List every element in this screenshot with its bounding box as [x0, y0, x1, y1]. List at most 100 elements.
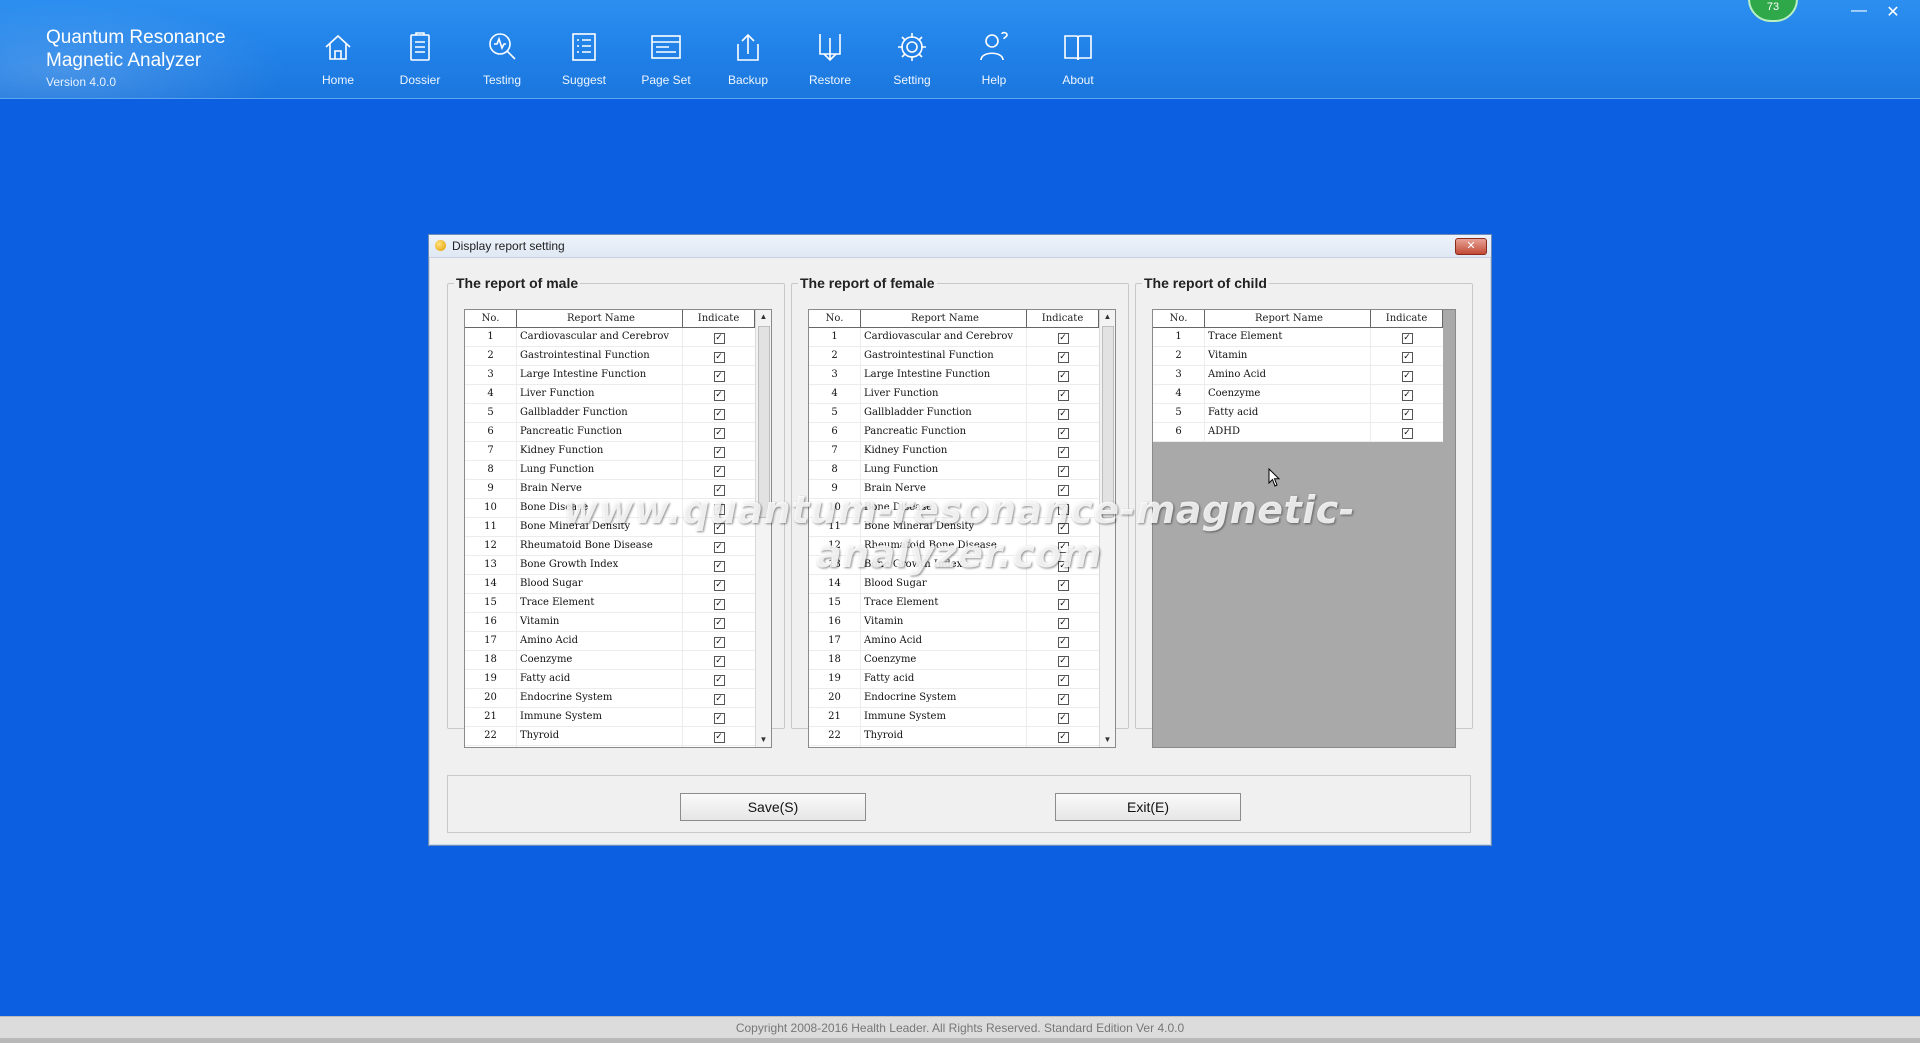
table-row[interactable]: 10 Bone Disease ✓ — [809, 499, 1099, 518]
exit-button[interactable]: Exit(E) — [1055, 793, 1241, 821]
scroll-up-arrow-icon[interactable]: ▲ — [756, 310, 771, 324]
table-row[interactable]: 1 Cardiovascular and Cerebrov ✓ — [465, 328, 755, 347]
table-row[interactable]: 23Human Toxin✓ — [465, 746, 755, 747]
indicate-checkbox[interactable]: ✓ — [1057, 466, 1069, 477]
scroll-thumb[interactable] — [1102, 326, 1114, 518]
table-row[interactable]: 4 Coenzyme ✓ — [1153, 385, 1443, 404]
indicate-checkbox[interactable]: ✓ — [1401, 390, 1413, 401]
indicate-checkbox[interactable]: ✓ — [1057, 675, 1069, 686]
table-row[interactable]: 20 Endocrine System ✓ — [809, 689, 1099, 708]
indicate-checkbox[interactable]: ✓ — [713, 504, 725, 515]
indicate-checkbox[interactable]: ✓ — [713, 428, 725, 439]
indicate-checkbox[interactable]: ✓ — [1401, 409, 1413, 420]
indicate-checkbox[interactable]: ✓ — [713, 637, 725, 648]
table-row[interactable]: 12 Rheumatoid Bone Disease ✓ — [809, 537, 1099, 556]
indicate-checkbox[interactable]: ✓ — [713, 371, 725, 382]
table-row[interactable]: 15 Trace Element ✓ — [465, 594, 755, 613]
indicate-checkbox[interactable]: ✓ — [713, 713, 725, 724]
dialog-close-button[interactable]: ✕ — [1455, 238, 1487, 255]
indicate-checkbox[interactable]: ✓ — [713, 485, 725, 496]
indicate-checkbox[interactable]: ✓ — [713, 390, 725, 401]
female-report-grid[interactable]: No. Report Name Indicate 1 Cardiovascular an… — [808, 309, 1116, 748]
table-row[interactable]: 3 Amino Acid ✓ — [1153, 366, 1443, 385]
indicate-checkbox[interactable]: ✓ — [713, 694, 725, 705]
table-row[interactable]: 18 Coenzyme ✓ — [465, 651, 755, 670]
header-no[interactable]: No. — [809, 310, 861, 327]
nav-page-set-button[interactable]: Page Set — [626, 24, 706, 90]
scroll-thumb[interactable] — [758, 326, 770, 518]
table-row[interactable]: 2 Gastrointestinal Function ✓ — [809, 347, 1099, 366]
table-row[interactable]: 11 Bone Mineral Density ✓ — [809, 518, 1099, 537]
indicate-checkbox[interactable]: ✓ — [1057, 390, 1069, 401]
indicate-checkbox[interactable]: ✓ — [713, 561, 725, 572]
scroll-down-arrow-icon[interactable]: ▼ — [1100, 733, 1115, 747]
table-row[interactable]: 3 Large Intestine Function ✓ — [809, 366, 1099, 385]
table-row[interactable]: 11 Bone Mineral Density ✓ — [465, 518, 755, 537]
indicate-checkbox[interactable]: ✓ — [713, 333, 725, 344]
table-row[interactable]: 6 Pancreatic Function ✓ — [465, 423, 755, 442]
indicate-checkbox[interactable]: ✓ — [1057, 447, 1069, 458]
indicate-checkbox[interactable]: ✓ — [1057, 485, 1069, 496]
indicate-checkbox[interactable]: ✓ — [713, 466, 725, 477]
nav-restore-button[interactable]: Restore — [790, 24, 870, 90]
nav-backup-button[interactable]: Backup — [708, 24, 788, 90]
indicate-checkbox[interactable]: ✓ — [713, 352, 725, 363]
indicate-checkbox[interactable]: ✓ — [1057, 523, 1069, 534]
minimize-button[interactable]: — — [1846, 2, 1872, 20]
indicate-checkbox[interactable]: ✓ — [713, 409, 725, 420]
indicate-checkbox[interactable]: ✓ — [1401, 333, 1413, 344]
indicate-checkbox[interactable]: ✓ — [1401, 371, 1413, 382]
table-row[interactable]: 4 Liver Function ✓ — [465, 385, 755, 404]
indicate-checkbox[interactable]: ✓ — [713, 618, 725, 629]
indicate-checkbox[interactable]: ✓ — [1057, 333, 1069, 344]
table-row[interactable]: 14 Blood Sugar ✓ — [809, 575, 1099, 594]
indicate-checkbox[interactable]: ✓ — [713, 675, 725, 686]
indicate-checkbox[interactable]: ✓ — [713, 447, 725, 458]
male-report-grid[interactable]: No. Report Name Indicate 1 Cardiovascular an… — [464, 309, 772, 748]
close-app-button[interactable]: ✕ — [1880, 2, 1906, 22]
table-row[interactable]: 5 Fatty acid ✓ — [1153, 404, 1443, 423]
table-row[interactable]: 9 Brain Nerve ✓ — [465, 480, 755, 499]
scroll-up-arrow-icon[interactable]: ▲ — [1100, 310, 1115, 324]
table-row[interactable]: 1 Cardiovascular and Cerebrov ✓ — [809, 328, 1099, 347]
header-no[interactable]: No. — [465, 310, 517, 327]
header-report-name[interactable]: Report Name — [861, 310, 1027, 327]
table-row[interactable]: 20 Endocrine System ✓ — [465, 689, 755, 708]
table-row[interactable]: 12 Rheumatoid Bone Disease ✓ — [465, 537, 755, 556]
scroll-down-arrow-icon[interactable]: ▼ — [756, 733, 771, 747]
header-indicate[interactable]: Indicate — [1371, 310, 1443, 327]
table-row[interactable]: 4 Liver Function ✓ — [809, 385, 1099, 404]
indicate-checkbox[interactable]: ✓ — [1057, 732, 1069, 743]
nav-help-button[interactable]: Help — [954, 24, 1034, 90]
female-grid-scrollbar[interactable]: ▲ ▼ — [1099, 310, 1115, 747]
nav-home-button[interactable]: Home — [298, 24, 378, 90]
nav-about-button[interactable]: About — [1038, 24, 1118, 90]
male-grid-scrollbar[interactable]: ▲ ▼ — [755, 310, 771, 747]
table-row[interactable]: 22 Thyroid ✓ — [809, 727, 1099, 746]
table-row[interactable]: 15 Trace Element ✓ — [809, 594, 1099, 613]
indicate-checkbox[interactable]: ✓ — [713, 523, 725, 534]
table-row[interactable]: 2 Vitamin ✓ — [1153, 347, 1443, 366]
indicate-checkbox[interactable]: ✓ — [1057, 542, 1069, 553]
table-row[interactable]: 8 Lung Function ✓ — [809, 461, 1099, 480]
table-row[interactable]: 13 Bone Growth Index ✓ — [809, 556, 1099, 575]
table-row[interactable]: 9 Brain Nerve ✓ — [809, 480, 1099, 499]
table-row[interactable]: 6 ADHD ✓ — [1153, 423, 1443, 442]
header-no[interactable]: No. — [1153, 310, 1205, 327]
indicate-checkbox[interactable]: ✓ — [1057, 428, 1069, 439]
nav-testing-button[interactable]: Testing — [462, 24, 542, 90]
indicate-checkbox[interactable]: ✓ — [1057, 504, 1069, 515]
table-row[interactable]: 23Human Toxin✓ — [809, 746, 1099, 747]
nav-setting-button[interactable]: Setting — [872, 24, 952, 90]
table-row[interactable]: 13 Bone Growth Index ✓ — [465, 556, 755, 575]
indicate-checkbox[interactable]: ✓ — [1057, 713, 1069, 724]
indicate-checkbox[interactable]: ✓ — [1057, 694, 1069, 705]
indicate-checkbox[interactable]: ✓ — [713, 656, 725, 667]
indicate-checkbox[interactable]: ✓ — [1401, 428, 1413, 439]
indicate-checkbox[interactable]: ✓ — [1057, 409, 1069, 420]
table-row[interactable]: 7 Kidney Function ✓ — [809, 442, 1099, 461]
indicate-checkbox[interactable]: ✓ — [1057, 371, 1069, 382]
table-row[interactable]: 19 Fatty acid ✓ — [465, 670, 755, 689]
indicate-checkbox[interactable]: ✓ — [713, 580, 725, 591]
indicate-checkbox[interactable]: ✓ — [1057, 618, 1069, 629]
